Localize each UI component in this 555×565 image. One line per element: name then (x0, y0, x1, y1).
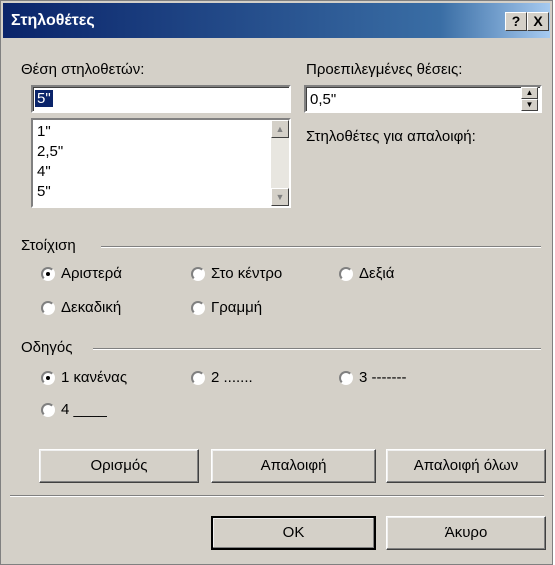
align-left-label[interactable]: Αριστερά (61, 265, 122, 282)
default-stops-label: Προεπιλεγμένες θέσεις: (306, 61, 463, 78)
list-item[interactable]: 1" (37, 123, 51, 140)
clear-all-button[interactable]: Απαλοιφή όλων (386, 449, 546, 483)
tab-position-input[interactable]: 5" (31, 85, 291, 113)
tab-position-value: 5" (35, 90, 53, 107)
leader-line-radio[interactable] (41, 403, 55, 417)
list-scrollbar[interactable]: ▲ ▼ (271, 120, 289, 206)
bottom-separator (10, 495, 544, 497)
align-center-label[interactable]: Στο κέντρο (211, 265, 282, 282)
tabs-dialog: Στηλοθέτες ? X Θέση στηλοθετών: 5" 1" 2,… (0, 0, 553, 565)
clear-button[interactable]: Απαλοιφή (211, 449, 376, 483)
align-bar-label[interactable]: Γραμμή (211, 299, 262, 316)
align-right-radio[interactable] (339, 267, 353, 281)
leader-divider (93, 348, 541, 350)
align-center-radio[interactable] (191, 267, 205, 281)
leader-dots-radio[interactable] (191, 371, 205, 385)
spin-up-icon[interactable]: ▲ (521, 87, 538, 99)
align-left-radio[interactable] (41, 267, 55, 281)
list-item[interactable]: 4" (37, 163, 51, 180)
alignment-label: Στοίχιση (21, 237, 76, 254)
leader-dashes-label[interactable]: 3 ------- (359, 369, 406, 386)
tabs-to-clear-label: Στηλοθέτες για απαλοιφή: (306, 128, 476, 145)
leader-none-radio[interactable] (41, 371, 55, 385)
default-stops-value: 0,5" (310, 91, 337, 108)
leader-none-label[interactable]: 1 κανένας (61, 369, 127, 386)
align-bar-radio[interactable] (191, 301, 205, 315)
list-item[interactable]: 5" (37, 183, 51, 200)
scroll-up-icon[interactable]: ▲ (271, 120, 289, 138)
tab-position-label: Θέση στηλοθετών: (21, 61, 145, 78)
default-stops-input[interactable]: 0,5" ▲ ▼ (304, 85, 542, 113)
spin-down-icon[interactable]: ▼ (521, 99, 538, 111)
alignment-divider (101, 246, 541, 248)
help-button[interactable]: ? (505, 12, 527, 31)
align-decimal-label[interactable]: Δεκαδική (61, 299, 121, 316)
list-item[interactable]: 2,5" (37, 143, 63, 160)
align-right-label[interactable]: Δεξιά (359, 265, 394, 282)
ok-button[interactable]: OK (211, 516, 376, 550)
cancel-button[interactable]: Άκυρο (386, 516, 546, 550)
leader-dots-label[interactable]: 2 ....... (211, 369, 253, 386)
scroll-down-icon[interactable]: ▼ (271, 188, 289, 206)
dialog-title: Στηλοθέτες (11, 12, 95, 29)
set-button[interactable]: Ορισμός (39, 449, 199, 483)
leader-dashes-radio[interactable] (339, 371, 353, 385)
align-decimal-radio[interactable] (41, 301, 55, 315)
title-bar[interactable]: Στηλοθέτες ? X (3, 3, 550, 38)
close-button[interactable]: X (527, 12, 549, 31)
leader-label: Οδηγός (21, 339, 73, 356)
tab-position-list[interactable]: 1" 2,5" 4" 5" ▲ ▼ (31, 118, 291, 208)
leader-line-label[interactable]: 4 ____ (61, 401, 107, 418)
